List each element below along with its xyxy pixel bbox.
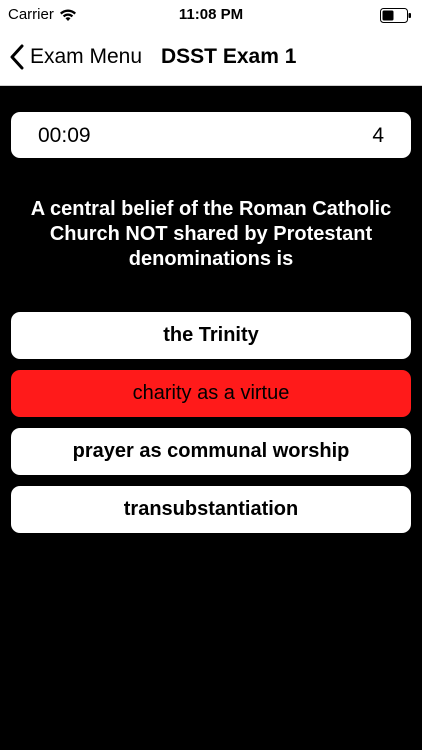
answer-option-1[interactable]: the Trinity xyxy=(11,312,411,359)
page-title: DSST Exam 1 xyxy=(161,45,297,68)
answer-option-label: transubstantiation xyxy=(123,498,299,520)
question-text: A central belief of the Roman Catholic C… xyxy=(30,198,392,270)
status-bar: Carrier 11:08 PM xyxy=(0,0,422,30)
answer-option-4[interactable]: transubstantiation xyxy=(11,486,411,533)
answer-option-2[interactable]: charity as a virtue xyxy=(11,370,411,417)
question-number: 4 xyxy=(372,124,384,147)
answer-option-label: prayer as communal worship xyxy=(72,440,350,462)
back-button[interactable]: Exam Menu xyxy=(10,40,142,74)
answer-option-3[interactable]: prayer as communal worship xyxy=(11,428,411,475)
timer: 00:09 xyxy=(38,124,91,147)
timer-card: 00:09 4 xyxy=(11,112,411,158)
clock: 11:08 PM xyxy=(178,6,244,23)
back-button-label: Exam Menu xyxy=(30,45,143,68)
navigation-bar: Exam Menu DSST Exam 1 xyxy=(0,30,422,86)
battery-icon xyxy=(380,8,412,23)
chevron-left-icon xyxy=(10,44,24,70)
answer-option-label: the Trinity xyxy=(163,324,259,346)
answer-option-label: charity as a virtue xyxy=(132,382,290,404)
